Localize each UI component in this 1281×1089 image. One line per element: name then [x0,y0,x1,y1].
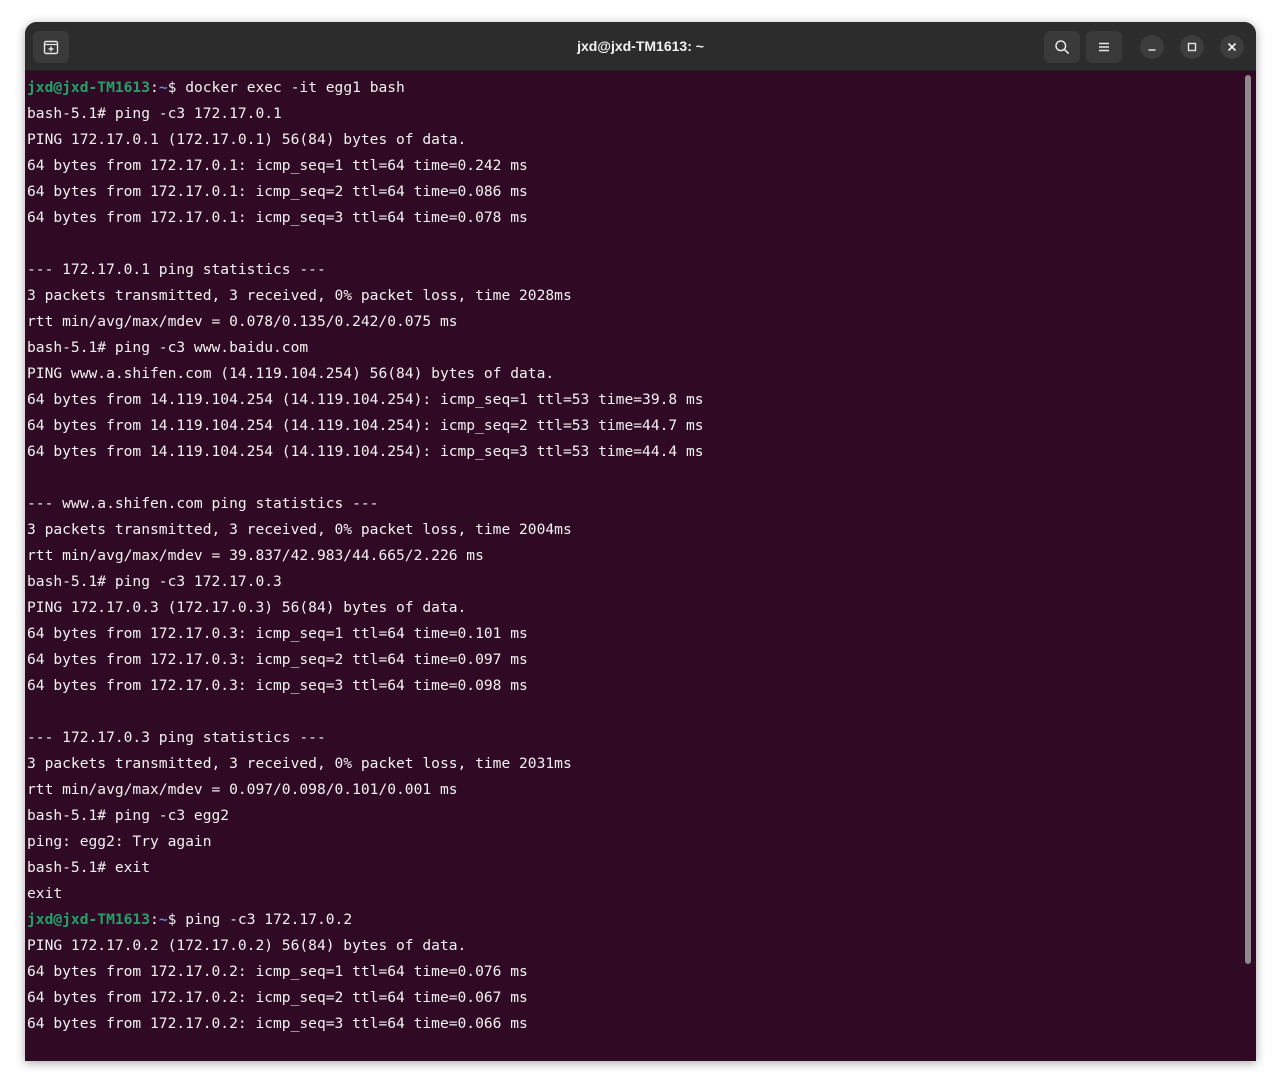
output-line: PING 172.17.0.1 (172.17.0.1) 56(84) byte… [27,131,467,148]
output-line: bash-5.1# ping -c3 172.17.0.3 [27,573,282,590]
output-line: 64 bytes from 172.17.0.1: icmp_seq=1 ttl… [27,157,528,174]
new-tab-button[interactable] [33,31,69,63]
titlebar: jxd@jxd-TM1613: ~ [25,22,1256,71]
prompt-user: jxd@jxd-TM1613 [27,911,151,928]
output-line: 3 packets transmitted, 3 received, 0% pa… [27,287,572,304]
output-line: 64 bytes from 172.17.0.1: icmp_seq=3 ttl… [27,209,528,226]
prompt-user: jxd@jxd-TM1613 [27,79,151,96]
output-line: PING www.a.shifen.com (14.119.104.254) 5… [27,365,555,382]
prompt-line: jxd@jxd-TM1613:~$ docker exec -it egg1 b… [27,75,1244,101]
output-line: bash-5.1# ping -c3 172.17.0.1 [27,105,282,122]
prompt-path: ~ [158,911,168,928]
output-line: bash-5.1# exit [27,859,151,876]
output-line: exit [27,885,63,902]
search-icon [1054,39,1070,55]
terminal-window: jxd@jxd-TM1613: ~ jxd@jxd-TM1613:~$ dock… [25,22,1256,1061]
minimize-icon [1147,42,1157,52]
output-line: rtt min/avg/max/mdev = 39.837/42.983/44.… [27,547,484,564]
output-line: 64 bytes from 172.17.0.2: icmp_seq=3 ttl… [27,1015,528,1032]
output-line: 64 bytes from 172.17.0.3: icmp_seq=1 ttl… [27,625,528,642]
output-line: 64 bytes from 172.17.0.2: icmp_seq=2 ttl… [27,989,528,1006]
output-line: bash-5.1# ping -c3 egg2 [27,807,230,824]
maximize-button[interactable] [1180,35,1204,59]
output-line: rtt min/avg/max/mdev = 0.078/0.135/0.242… [27,313,458,330]
prompt-colon: : [150,79,159,96]
output-line: 64 bytes from 14.119.104.254 (14.119.104… [27,417,704,434]
output-line: 3 packets transmitted, 3 received, 0% pa… [27,521,572,538]
output-line: 64 bytes from 14.119.104.254 (14.119.104… [27,443,704,460]
output-line: --- 172.17.0.1 ping statistics --- [27,261,326,278]
prompt-path: ~ [158,79,168,96]
output-line: --- 172.17.0.3 ping statistics --- [27,729,326,746]
output-line: 64 bytes from 14.119.104.254 (14.119.104… [27,391,704,408]
prompt-line: jxd@jxd-TM1613:~$ ping -c3 172.17.0.2 [27,907,1244,933]
terminal-scrollbar[interactable] [1245,75,1251,964]
output-line: 64 bytes from 172.17.0.3: icmp_seq=3 ttl… [27,677,528,694]
output-line: 64 bytes from 172.17.0.3: icmp_seq=2 ttl… [27,651,528,668]
output-line: PING 172.17.0.3 (172.17.0.3) 56(84) byte… [27,599,467,616]
hamburger-menu-icon [1097,40,1111,54]
output-line: rtt min/avg/max/mdev = 0.097/0.098/0.101… [27,781,458,798]
minimize-button[interactable] [1140,35,1164,59]
output-line: ping: egg2: Try again [27,833,212,850]
output-line: bash-5.1# ping -c3 www.baidu.com [27,339,309,356]
prompt-colon: : [150,911,159,928]
maximize-icon [1187,42,1197,52]
command-text: docker exec -it egg1 bash [185,79,405,96]
output-line: PING 172.17.0.2 (172.17.0.2) 56(84) byte… [27,937,467,954]
close-button[interactable] [1220,35,1244,59]
output-line: --- www.a.shifen.com ping statistics --- [27,495,379,512]
command-text: ping -c3 172.17.0.2 [185,911,353,928]
prompt-dollar: $ [167,79,186,96]
menu-button[interactable] [1086,31,1122,63]
terminal-output[interactable]: jxd@jxd-TM1613:~$ docker exec -it egg1 b… [25,71,1244,1061]
output-line: 64 bytes from 172.17.0.1: icmp_seq=2 ttl… [27,183,528,200]
search-button[interactable] [1044,31,1080,63]
output-line: 3 packets transmitted, 3 received, 0% pa… [27,755,572,772]
prompt-dollar: $ [167,911,186,928]
output-line: 64 bytes from 172.17.0.2: icmp_seq=1 ttl… [27,963,528,980]
close-icon [1227,42,1237,52]
new-tab-icon [43,39,59,55]
